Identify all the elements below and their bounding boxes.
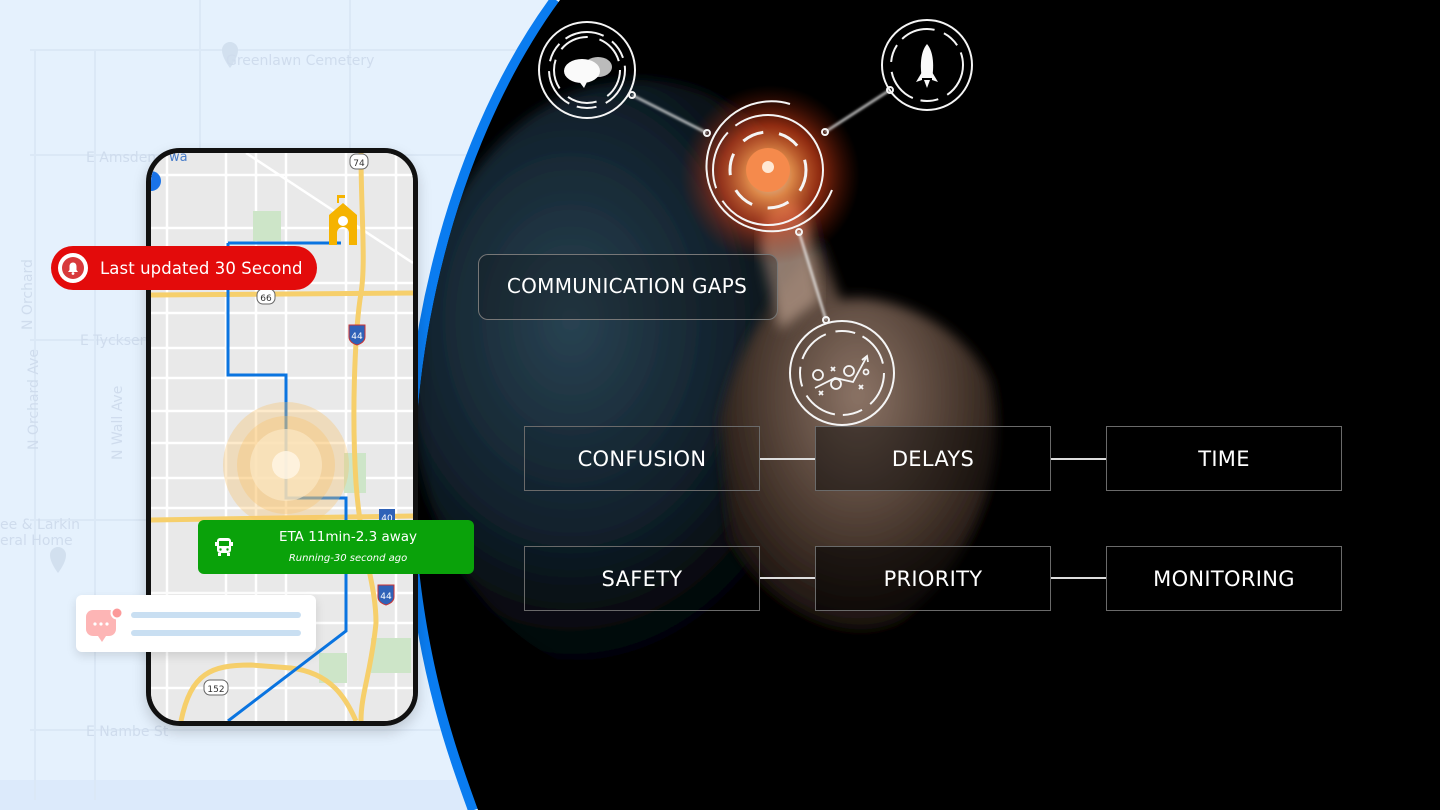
connector-line	[759, 577, 815, 579]
last-updated-text: Last updated 30 Second	[100, 258, 303, 278]
issue-box-priority: PRIORITY	[815, 546, 1051, 611]
bus-location-pulse	[223, 402, 349, 528]
issue-box-safety: SAFETY	[524, 546, 760, 611]
interstate-shield: 44	[377, 584, 395, 606]
eta-subtitle: Running-30 second ago	[288, 553, 408, 564]
issue-box-confusion: CONFUSION	[524, 426, 760, 491]
svg-text:44: 44	[351, 332, 363, 342]
issue-box-time: TIME	[1106, 426, 1342, 491]
issue-box-delays: DELAYS	[815, 426, 1051, 491]
interstate-shield: 44	[348, 324, 366, 346]
connector-line	[1050, 577, 1106, 579]
eta-toast: ETA 11min-2.3 away Running-30 second ago	[198, 520, 474, 574]
message-line	[131, 612, 301, 618]
svg-text:66: 66	[260, 294, 272, 304]
bell-icon	[68, 262, 78, 275]
eta-title: ETA 11min-2.3 away	[278, 529, 418, 545]
communication-gaps-label: COMMUNICATION GAPS	[506, 274, 748, 298]
message-line	[131, 630, 301, 636]
svg-text:74: 74	[353, 159, 365, 169]
map-label: wa	[169, 153, 188, 165]
issue-box-monitoring: MONITORING	[1106, 546, 1342, 611]
bell-badge	[58, 253, 88, 283]
route-shield: 152	[203, 679, 229, 696]
chat-bubble-icon	[86, 607, 124, 642]
speech-node	[538, 21, 636, 119]
message-card[interactable]	[76, 595, 316, 652]
connector-line	[759, 458, 815, 460]
route-shield: 66	[256, 288, 276, 305]
svg-text:44: 44	[380, 592, 392, 602]
svg-text:152: 152	[207, 685, 224, 695]
last-updated-toast: Last updated 30 Second	[51, 246, 317, 290]
route-shield: 74	[349, 153, 369, 170]
connector-line	[1050, 458, 1106, 460]
